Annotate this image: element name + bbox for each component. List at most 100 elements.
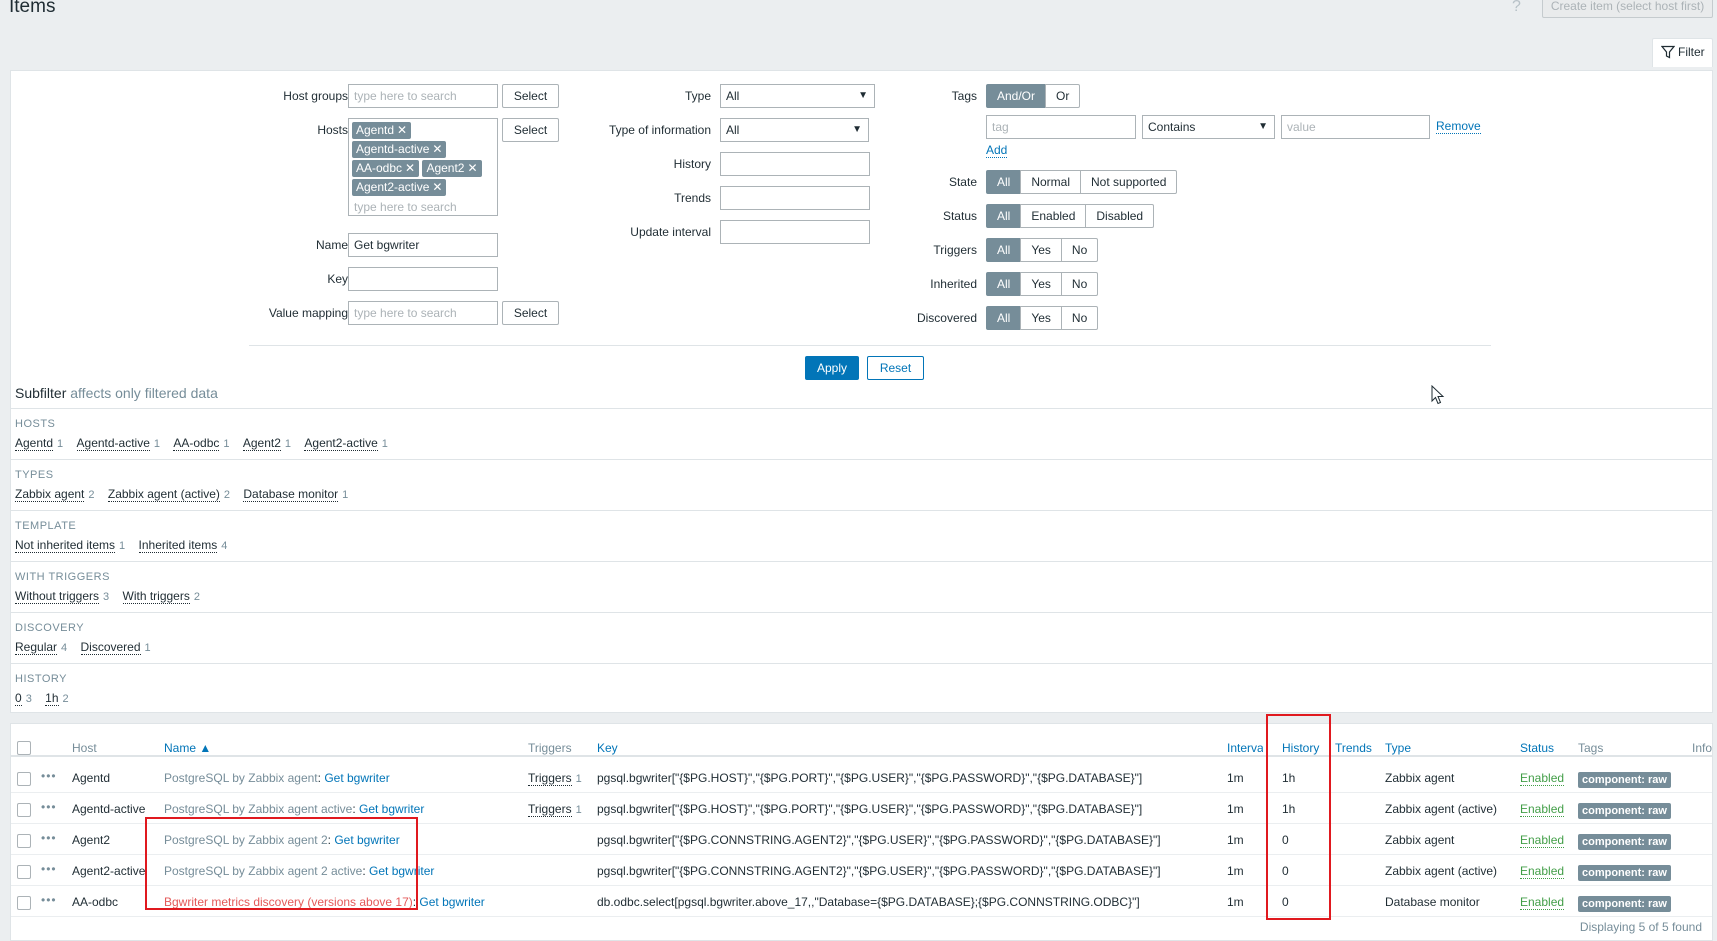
subfilter-item[interactable]: Agent2-active 1 (304, 436, 388, 451)
inherited-all[interactable]: All (986, 272, 1022, 296)
more-icon[interactable]: ••• (41, 893, 57, 907)
status-enabled[interactable]: Enabled (1020, 204, 1087, 228)
discovered-all[interactable]: All (986, 306, 1022, 330)
tags-mode-andor[interactable]: And/Or (986, 84, 1047, 108)
host-chip[interactable]: Agent2 ✕ (422, 160, 482, 177)
subfilter-item[interactable]: Zabbix agent (active) 2 (107, 487, 230, 502)
row-host-link[interactable]: Agentd-active (72, 802, 145, 816)
subfilter-item[interactable]: Agent2 1 (242, 436, 291, 451)
triggers-no[interactable]: No (1060, 238, 1099, 262)
template-link[interactable]: PostgreSQL by Zabbix agent active (164, 802, 352, 816)
state-not-supported[interactable]: Not supported (1080, 170, 1178, 194)
subfilter-item[interactable]: Zabbix agent 2 (15, 487, 95, 502)
type-of-information-select[interactable]: All ▼ (720, 118, 869, 142)
subfilter-item[interactable]: AA-odbc 1 (173, 436, 230, 451)
chip-remove-icon[interactable]: ✕ (432, 180, 442, 194)
filter-tab[interactable]: Filter (1652, 38, 1713, 67)
row-checkbox[interactable] (17, 896, 31, 910)
col-interval[interactable]: Interval (1227, 741, 1263, 755)
chip-remove-icon[interactable]: ✕ (397, 123, 407, 137)
triggers-all[interactable]: All (986, 238, 1022, 262)
value-mapping-select-button[interactable]: Select (502, 301, 559, 325)
apply-button[interactable]: Apply (805, 356, 859, 380)
trends-input[interactable] (720, 186, 870, 210)
inherited-yes[interactable]: Yes (1020, 272, 1062, 296)
col-status[interactable]: Status (1520, 741, 1554, 755)
type-select[interactable]: All ▼ (720, 84, 875, 108)
host-groups-input[interactable]: type here to search (348, 84, 498, 108)
tag-value-input[interactable]: value (1281, 115, 1430, 139)
inherited-toggle[interactable]: All Yes No (986, 272, 1099, 296)
tag-remove-link[interactable]: Remove (1436, 119, 1481, 134)
item-name-link[interactable]: Get bgwriter (419, 895, 484, 909)
subfilter-item[interactable]: Without triggers 3 (15, 589, 109, 604)
hosts-select-button[interactable]: Select (502, 118, 559, 142)
tags-mode-toggle[interactable]: And/Or Or (986, 84, 1081, 108)
hosts-multiselect[interactable]: Agentd ✕ Agentd-active ✕ AA-odbc ✕ Agent2 ✕ … (348, 118, 498, 216)
status-disabled[interactable]: Disabled (1085, 204, 1155, 228)
discovered-toggle[interactable]: All Yes No (986, 306, 1099, 330)
host-chip[interactable]: AA-odbc ✕ (352, 160, 420, 177)
tag-operator-select[interactable]: Contains ▼ (1142, 115, 1275, 139)
state-normal[interactable]: Normal (1020, 170, 1082, 194)
item-name-link[interactable]: Get bgwriter (359, 802, 424, 816)
subfilter-item[interactable]: 1h 2 (45, 691, 69, 706)
more-icon[interactable]: ••• (41, 769, 57, 783)
key-input[interactable] (348, 267, 498, 291)
subfilter-item[interactable]: Agentd-active 1 (76, 436, 160, 451)
tag-name-input[interactable]: tag (986, 115, 1136, 139)
item-name-link[interactable]: Get bgwriter (324, 771, 389, 785)
tag-add-link[interactable]: Add (986, 143, 1008, 158)
template-link[interactable]: PostgreSQL by Zabbix agent (164, 771, 318, 785)
subfilter-item[interactable]: With triggers 2 (122, 589, 200, 604)
subfilter-item[interactable]: Not inherited items 1 (15, 538, 125, 553)
row-triggers[interactable] (528, 864, 532, 878)
inherited-no[interactable]: No (1060, 272, 1099, 296)
row-status[interactable]: Enabled (1520, 895, 1565, 910)
row-host-link[interactable]: AA-odbc (72, 895, 118, 909)
row-checkbox[interactable] (17, 865, 31, 879)
row-status[interactable]: Enabled (1520, 864, 1565, 879)
update-interval-input[interactable] (720, 220, 870, 244)
hosts-search-input[interactable]: type here to search (352, 197, 494, 217)
triggers-yes[interactable]: Yes (1020, 238, 1062, 262)
row-host-link[interactable]: Agentd (72, 771, 110, 785)
state-all[interactable]: All (986, 170, 1022, 194)
triggers-toggle[interactable]: All Yes No (986, 238, 1099, 262)
host-chip[interactable]: Agentd ✕ (352, 122, 412, 139)
host-chip[interactable]: Agentd-active ✕ (352, 141, 447, 158)
row-host-link[interactable]: Agent2-active (72, 864, 156, 878)
status-toggle[interactable]: All Enabled Disabled (986, 204, 1155, 228)
host-groups-select-button[interactable]: Select (502, 84, 559, 108)
row-triggers[interactable] (528, 833, 532, 847)
create-item-button[interactable]: Create item (select host first) (1542, 0, 1713, 18)
more-icon[interactable]: ••• (41, 831, 57, 845)
host-chip[interactable]: Agent2-active ✕ (352, 179, 447, 196)
history-input[interactable] (720, 152, 870, 176)
row-checkbox[interactable] (17, 772, 31, 786)
subfilter-item[interactable]: Database monitor 1 (243, 487, 348, 502)
col-type[interactable]: Type (1385, 741, 1411, 755)
row-triggers[interactable] (528, 895, 532, 909)
chip-remove-icon[interactable]: ✕ (467, 161, 477, 175)
row-checkbox[interactable] (17, 803, 31, 817)
help-icon[interactable]: ? (1512, 0, 1521, 16)
row-triggers[interactable]: Triggers 1 (528, 802, 582, 817)
subfilter-item[interactable]: Discovered 1 (80, 640, 151, 655)
select-all-checkbox[interactable] (17, 741, 31, 755)
row-status[interactable]: Enabled (1520, 833, 1565, 848)
col-trends[interactable]: Trends (1335, 741, 1372, 755)
chip-remove-icon[interactable]: ✕ (405, 161, 415, 175)
discovered-yes[interactable]: Yes (1020, 306, 1062, 330)
row-host-link[interactable]: Agent2 (72, 833, 110, 847)
row-status[interactable]: Enabled (1520, 802, 1565, 817)
row-status[interactable]: Enabled (1520, 771, 1565, 786)
value-mapping-input[interactable]: type here to search (348, 301, 498, 325)
name-input[interactable]: Get bgwriter (348, 233, 498, 257)
row-checkbox[interactable] (17, 834, 31, 848)
tags-mode-or[interactable]: Or (1045, 84, 1081, 108)
state-toggle[interactable]: All Normal Not supported (986, 170, 1178, 194)
status-all[interactable]: All (986, 204, 1022, 228)
subfilter-item[interactable]: Agentd 1 (15, 436, 63, 451)
subfilter-item[interactable]: 03 (15, 691, 32, 706)
